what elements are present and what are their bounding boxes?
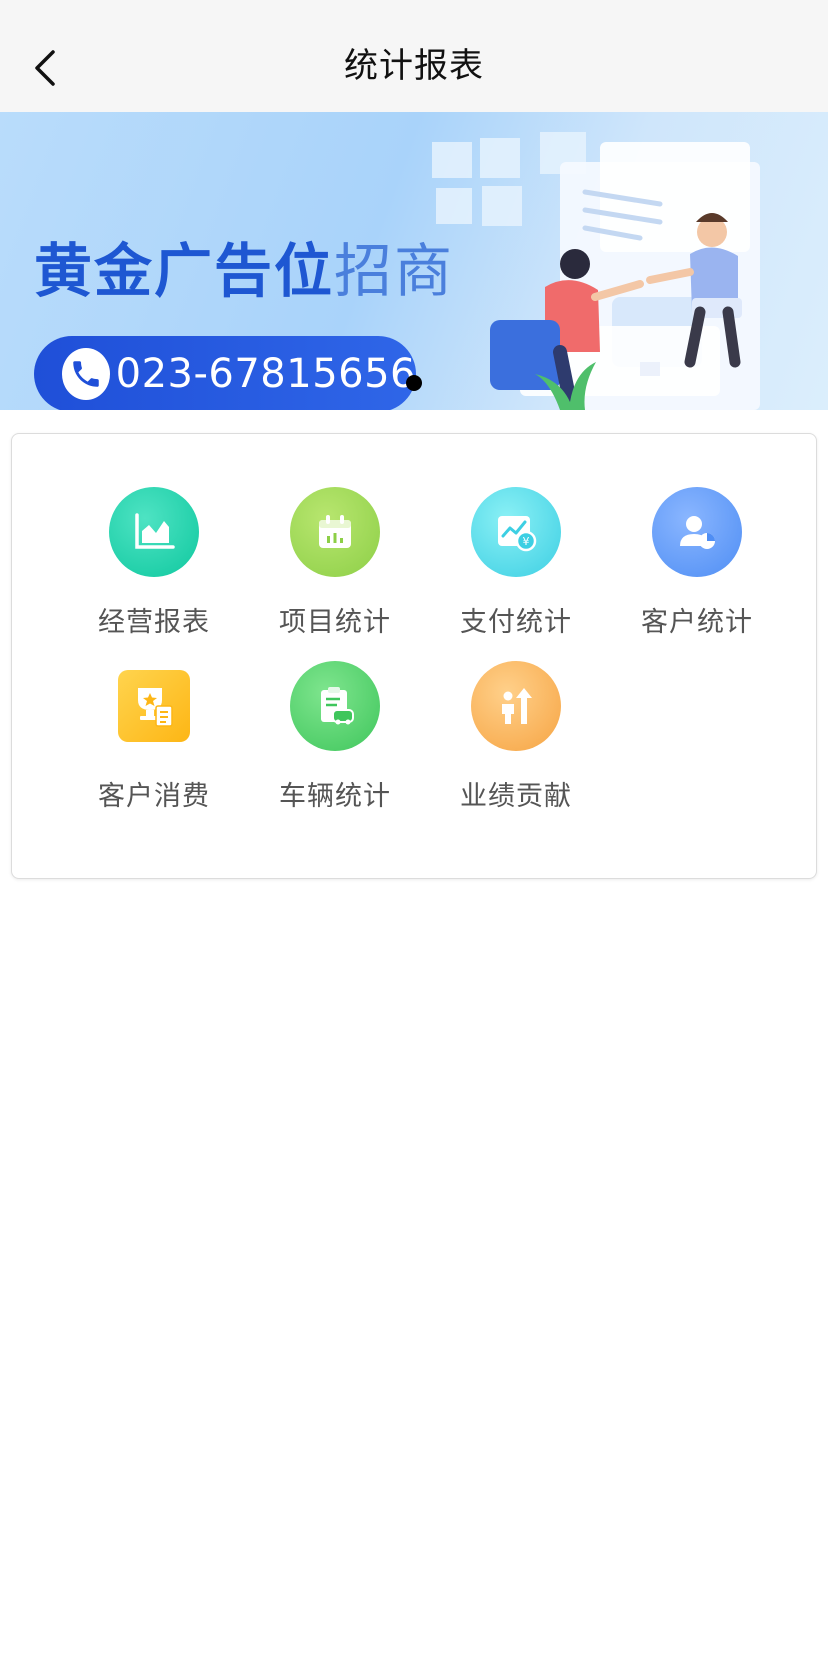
menu-item-label: 经营报表	[98, 607, 210, 638]
banner-headline-bold: 黄金广告位	[34, 237, 335, 305]
performance-icon	[471, 661, 561, 751]
menu-item-label: 支付统计	[460, 607, 572, 638]
payment-chart-icon: ¥	[471, 487, 561, 577]
carousel-indicator[interactable]	[406, 375, 422, 391]
banner-headline-light: 招商	[334, 237, 455, 305]
menu-item-performance-contribution[interactable]: 业绩贡献	[436, 661, 596, 831]
trophy-icon	[118, 670, 190, 742]
banner-headline: 黄金广告位招商	[34, 224, 454, 308]
menu-item-label: 项目统计	[279, 607, 391, 638]
menu-item-customer-spending[interactable]: 客户消费	[74, 661, 234, 831]
menu-item-customer-stats[interactable]: 客户统计	[617, 487, 777, 657]
nav-bar: 统计报表	[0, 0, 828, 112]
menu-item-label: 业绩贡献	[460, 781, 572, 812]
page-title: 统计报表	[344, 46, 484, 86]
svg-text:¥: ¥	[523, 535, 530, 548]
calendar-chart-icon	[290, 487, 380, 577]
phone-contact[interactable]: 023-67815656	[34, 336, 416, 410]
menu-item-project-stats[interactable]: 项目统计	[255, 487, 415, 657]
menu-item-label: 客户消费	[98, 781, 210, 812]
phone-number: 023-67815656	[115, 351, 416, 397]
menu-item-payment-stats[interactable]: ¥ 支付统计	[436, 487, 596, 657]
phone-icon	[62, 348, 110, 400]
menu-item-label: 客户统计	[641, 607, 753, 638]
vehicle-clipboard-icon	[290, 661, 380, 751]
user-stats-icon	[652, 487, 742, 577]
menu-item-label: 车辆统计	[279, 781, 391, 812]
menu-item-business-report[interactable]: 经营报表	[74, 487, 234, 657]
ad-banner[interactable]: 黄金广告位招商 023-67815656	[0, 112, 828, 410]
menu-item-vehicle-stats[interactable]: 车辆统计	[255, 661, 415, 831]
area-chart-icon	[109, 487, 199, 577]
report-menu-card: 经营报表 项目统计 ¥ 支付统计 客户统计 客户消费 车辆统计 业绩贡献	[11, 433, 817, 879]
